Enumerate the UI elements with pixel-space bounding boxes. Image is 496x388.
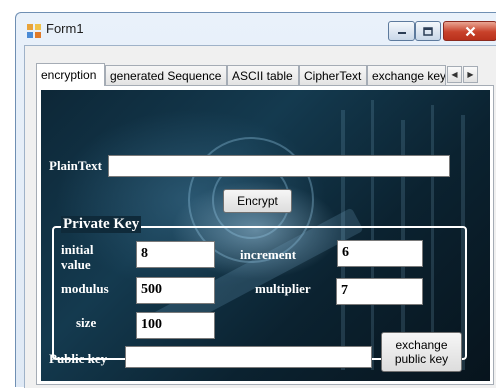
title-bar[interactable]: Form1 [16,13,496,43]
increment-input[interactable]: 6 [337,240,423,267]
minimize-icon [397,32,406,34]
initial-value-label-line1: initial [61,242,94,257]
tab-label: generated Sequence [110,68,222,83]
initial-value-label-line2: value [61,257,91,272]
minimize-button[interactable] [388,21,415,41]
tab-ciphertext[interactable]: CipherText [299,65,367,85]
modulus-input[interactable]: 500 [136,277,215,304]
close-icon [465,26,475,36]
key-background-image: PlainText Encrypt Private Key initial va… [41,90,490,381]
maximize-icon [423,26,433,36]
tab-ascii-table[interactable]: ASCII table [227,65,299,85]
private-key-legend: Private Key [61,216,142,233]
initial-value-input[interactable]: 8 [136,241,215,268]
increment-label: increment [240,247,297,262]
modulus-label: modulus [61,281,109,296]
chevron-left-icon: ◀ [451,70,458,79]
size-label: size [76,315,97,330]
close-button[interactable] [443,21,496,41]
encryption-tab-page: PlainText Encrypt Private Key initial va… [36,85,494,385]
exchange-button-label-line1: exchange [395,338,448,352]
tab-strip: encryption generated Sequence ASCII tabl… [36,63,496,86]
plaintext-input[interactable] [108,155,450,177]
chevron-right-icon: ▶ [467,70,474,79]
window-title: Form1 [46,21,84,36]
tab-encryption[interactable]: encryption [36,63,105,86]
encrypt-button[interactable]: Encrypt [223,189,292,213]
tab-label: ASCII table [232,68,293,83]
encrypt-button-label: Encrypt [237,194,278,208]
maximize-button[interactable] [415,21,441,41]
form-client-area: encryption generated Sequence ASCII tabl… [24,45,496,388]
tab-label: CipherText [304,68,362,83]
form-app-icon [27,24,41,38]
tab-label: encryption [41,68,97,82]
exchange-public-key-button[interactable]: exchange public key [381,332,462,372]
tab-exchange-key[interactable]: exchange key [367,65,446,85]
tab-generated-sequence[interactable]: generated Sequence [105,65,227,85]
tab-scroll-right-button[interactable]: ▶ [463,66,478,83]
tab-label: exchange key [372,68,446,83]
multiplier-label: multiplier [255,281,311,296]
public-key-label: Public key [49,351,108,366]
multiplier-input[interactable]: 7 [336,278,423,305]
size-input[interactable]: 100 [136,312,215,339]
plaintext-label: PlainText [49,158,102,173]
tab-scroll-left-button[interactable]: ◀ [447,66,462,83]
public-key-input[interactable] [125,346,372,368]
form1-window: Form1 encryption generated Sequence ASCI… [15,12,496,388]
exchange-button-label-line2: public key [394,352,449,366]
